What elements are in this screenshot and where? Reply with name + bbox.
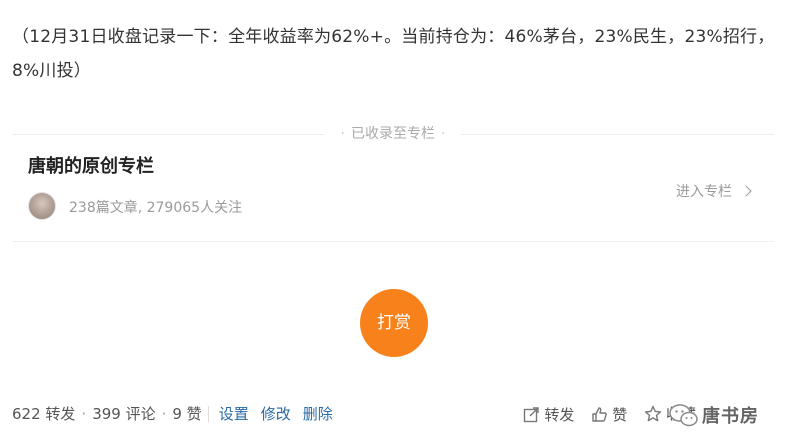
- comment-count[interactable]: 399 评论: [92, 405, 155, 423]
- post-text: （12月31日收盘记录一下：全年收益率为62%+。当前持仓为：46%茅台，23%…: [12, 27, 775, 81]
- delete-link[interactable]: 删除: [303, 405, 333, 423]
- column-title[interactable]: 唐朝的原创专栏: [28, 154, 154, 180]
- reward-button[interactable]: 打赏: [360, 289, 428, 357]
- column-meta: 238篇文章, 279065人关注: [69, 200, 243, 216]
- divider-text: 已收录至专栏: [351, 126, 435, 142]
- stats-divider: [207, 406, 209, 422]
- like-button-label: 赞: [612, 405, 628, 424]
- share-icon: [524, 407, 540, 423]
- divider-dot-left: ·: [340, 126, 345, 142]
- collected-into-column-label: · 已收录至专栏 ·: [325, 124, 461, 144]
- stats-separator: ·: [161, 405, 167, 423]
- wechat-watermark: 唐书房: [666, 398, 778, 430]
- watermark-text: 唐书房: [702, 406, 759, 427]
- repost-count[interactable]: 622 转发: [12, 405, 75, 423]
- column-card[interactable]: 唐朝的原创专栏 238篇文章, 279065人关注 进入专栏: [12, 146, 774, 242]
- chevron-right-icon: [740, 185, 752, 197]
- like-count[interactable]: 9 赞: [172, 405, 201, 423]
- thumbs-up-icon: [592, 407, 608, 422]
- divider-dot-right: ·: [441, 126, 446, 142]
- enter-column-link[interactable]: 进入专栏: [676, 182, 752, 202]
- repost-button-label: 转发: [544, 405, 575, 424]
- wechat-logo-icon: [669, 404, 698, 427]
- repost-button[interactable]: 转发: [523, 403, 574, 427]
- star-icon: [644, 405, 662, 422]
- stats-separator: ·: [81, 405, 87, 423]
- settings-link[interactable]: 设置: [219, 405, 249, 423]
- column-avatar[interactable]: [28, 192, 56, 220]
- edit-link[interactable]: 修改: [261, 405, 291, 423]
- like-button[interactable]: 赞: [591, 403, 627, 427]
- post-stats-bar: 622 转发 · 399 评论 · 9 赞设置 修改 删除: [12, 403, 345, 425]
- enter-column-label: 进入专栏: [676, 184, 732, 200]
